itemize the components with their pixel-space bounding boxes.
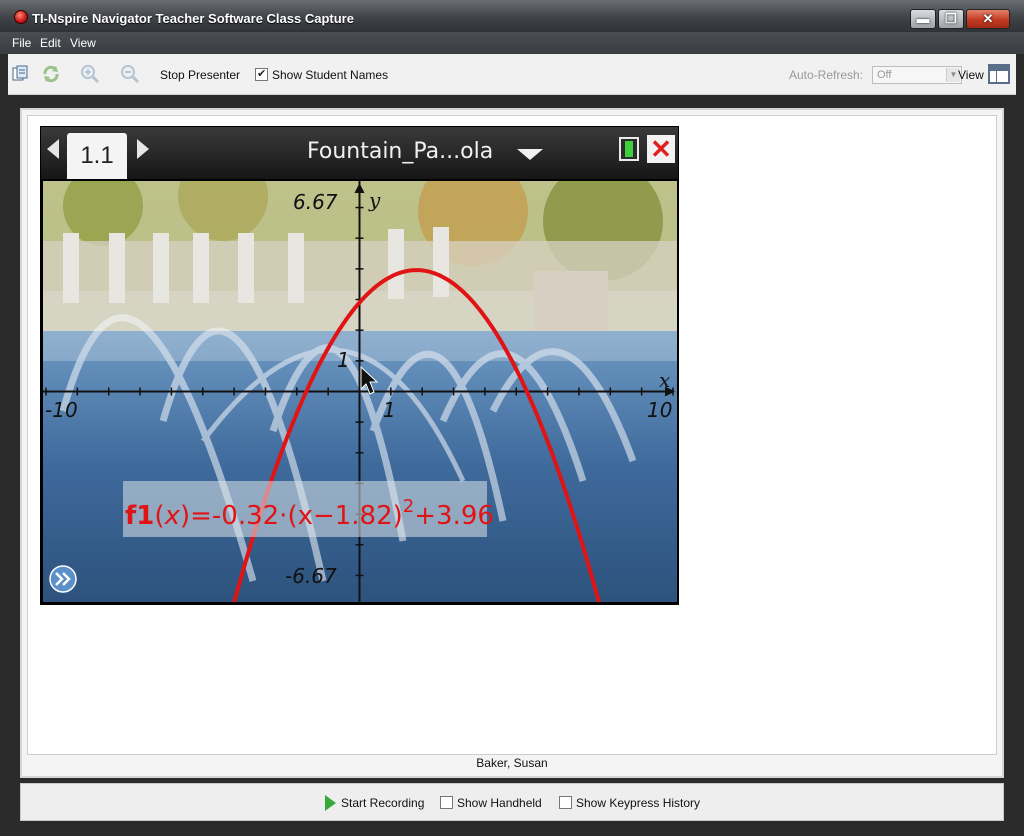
auto-refresh-select[interactable]: Off ▼ [872,66,962,84]
show-student-names-label[interactable]: Show Student Names [272,68,388,82]
show-handheld-label[interactable]: Show Handheld [457,796,542,810]
x-axis-name: x [659,368,670,392]
zoom-out-icon[interactable] [120,64,140,84]
view-layout-icon[interactable] [988,64,1010,84]
chevron-down-icon [517,149,543,160]
play-icon [325,795,336,811]
function-label: f1(x)=-0.32·(x−1.82)2+3.96 [125,496,494,531]
app-logo-icon [14,10,28,24]
menu-bar: File Edit View [0,32,1024,54]
y-tick-label: 1 [337,348,350,372]
y-max-label: 6.67 [293,190,338,214]
show-handheld-checkbox[interactable] [440,796,453,809]
graph-canvas: 6.67 y 1 x -10 1 10 -6.67 f1(x)=-0.32·(x… [43,181,677,602]
view-label: View [958,68,984,82]
show-keypress-history-checkbox[interactable] [559,796,572,809]
previous-page-icon [47,139,59,159]
handheld-screen-capture[interactable]: 1.1 Fountain_Pa...ola ✕ 6.67 y 1 x -10 1… [40,126,679,605]
battery-icon [619,137,639,161]
close-document-icon: ✕ [647,135,675,163]
toolbar: Stop Presenter Show Student Names Auto-R… [8,54,1016,95]
page-tab: 1.1 [67,133,127,179]
y-axis-name: y [368,188,381,212]
x-tick-label: 1 [383,398,396,422]
refresh-icon[interactable] [41,64,61,84]
menu-edit[interactable]: Edit [40,36,61,50]
menu-file[interactable]: File [12,36,31,50]
maximize-icon: ❐ [945,11,957,26]
close-window-button[interactable]: ✕ [966,9,1010,29]
bottom-bar: Start Recording Show Handheld Show Keypr… [20,783,1004,821]
show-keypress-history-label[interactable]: Show Keypress History [576,796,700,810]
class-list-icon[interactable] [11,64,31,84]
y-min-label: -6.67 [285,564,337,588]
auto-refresh-value: Off [877,69,892,81]
window-title: TI-Nspire Navigator Teacher Software Cla… [32,11,354,26]
auto-refresh-label: Auto-Refresh: [789,68,864,82]
next-page-icon [137,139,149,159]
menu-view[interactable]: View [70,36,96,50]
minimize-button[interactable]: ▬ [910,9,936,29]
expand-icon [49,565,77,593]
x-max-label: 10 [647,398,672,422]
zoom-in-icon[interactable] [80,64,100,84]
x-min-label: -10 [45,398,78,422]
maximize-button[interactable]: ❐ [938,9,964,29]
start-recording-button[interactable]: Start Recording [341,796,424,810]
minimize-icon: ▬ [916,11,930,26]
document-title: Fountain_Pa...ola [307,139,494,164]
student-name-label: Baker, Susan [476,756,548,770]
show-student-names-checkbox[interactable] [255,67,268,81]
handheld-tab-bar: 1.1 Fountain_Pa...ola ✕ [41,127,678,179]
title-bar: TI-Nspire Navigator Teacher Software Cla… [0,0,1024,32]
graph-screen: 6.67 y 1 x -10 1 10 -6.67 f1(x)=-0.32·(x… [43,181,677,602]
stop-presenter-button[interactable]: Stop Presenter [160,68,240,82]
close-icon: ✕ [982,11,994,26]
